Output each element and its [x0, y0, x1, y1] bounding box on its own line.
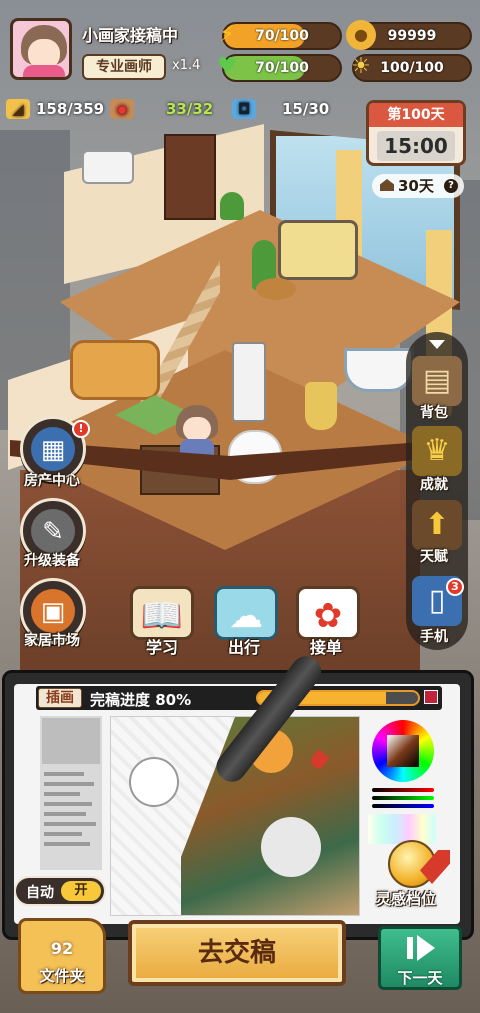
auto-label: 自动 — [26, 885, 54, 901]
rabbit-icon: ✿ — [313, 596, 343, 636]
time-display: 15:00 — [377, 131, 455, 161]
rent-timer[interactable]: 30天 ? — [372, 174, 464, 198]
achievements-button[interactable]: ♛ — [412, 426, 462, 476]
phone-icon: ▯ — [428, 583, 446, 618]
study-button[interactable]: 📖 — [130, 586, 194, 640]
bookshelf-icon[interactable] — [164, 134, 216, 220]
chevron-down-icon[interactable] — [424, 338, 450, 352]
day-label: 第100天 — [369, 103, 463, 127]
talent-label: 天赋 — [420, 549, 448, 565]
heater-icon[interactable] — [232, 342, 266, 422]
heart-icon: ♥ — [217, 54, 237, 79]
home-market-label: 家居市场 — [24, 633, 80, 649]
submit-artwork-button[interactable]: 去交稿 — [128, 920, 346, 986]
progress-end-marker — [424, 690, 438, 704]
backpack-label: 背包 — [420, 405, 448, 421]
tv-icon: ▣ — [31, 589, 75, 633]
building-icon: ▦ — [31, 427, 75, 471]
toilet-icon[interactable] — [305, 382, 337, 430]
upgrade-equipment-label: 升级装备 — [24, 553, 80, 569]
lightbulb-icon: ☀ — [351, 54, 371, 79]
photo-resource[interactable]: ◘ 15/30 — [232, 96, 329, 122]
next-day-button[interactable]: 下一天 — [378, 926, 462, 990]
rent-days: 30天 — [398, 177, 434, 195]
paint-value: 33/32 — [166, 100, 214, 118]
help-icon[interactable]: ? — [444, 179, 458, 193]
auto-switch-state[interactable]: 开 — [61, 881, 101, 901]
color-palette[interactable] — [368, 814, 436, 844]
color-sliders[interactable] — [372, 788, 434, 812]
ruler-icon: ◢ — [6, 99, 30, 119]
talent-button[interactable]: ⬆ — [412, 500, 462, 550]
software-side-panel — [40, 716, 102, 870]
photo-value: 15/30 — [282, 100, 330, 118]
completion-progress-label: 完稿进度 80% — [90, 691, 192, 709]
air-conditioner-icon[interactable] — [82, 150, 134, 184]
fame-value: 158/359 — [36, 100, 105, 118]
brush-icon: ✎ — [31, 509, 75, 553]
illustration-tab[interactable]: 插画 — [38, 688, 82, 708]
notification-badge: 3 — [446, 578, 464, 596]
bed-icon[interactable] — [278, 220, 358, 280]
accept-orders-label: 接单 — [310, 638, 343, 657]
bathtub-icon[interactable] — [344, 348, 414, 392]
player-name: 小画家接稿中 — [82, 26, 179, 45]
achievements-label: 成就 — [420, 477, 448, 493]
chef-figure — [129, 757, 179, 807]
travel-label: 出行 — [228, 638, 261, 657]
ghost-icon: ☁ — [229, 596, 263, 636]
travel-button[interactable]: ☁ — [214, 586, 278, 640]
backpack-button[interactable]: ▤ — [412, 356, 462, 406]
color-wheel[interactable] — [372, 720, 434, 782]
top-hud: 小画家接稿中 专业画师 x1.4 70/100 ⚡ 70/100 ♥ 99999… — [0, 0, 480, 92]
side-table-icon — [256, 278, 296, 300]
layer-thumbnail — [42, 718, 100, 764]
multiplier-text: x1.4 — [172, 58, 201, 73]
folder-button[interactable]: 92 文件夹 — [18, 918, 106, 994]
nurse-figure — [261, 817, 321, 877]
next-day-label: 下一天 — [397, 969, 443, 987]
fame-resource[interactable]: ◢ 158/359 — [6, 96, 104, 122]
folder-count: 92 — [50, 939, 74, 958]
study-label: 学习 — [146, 638, 179, 657]
palette-icon: ◉ — [110, 99, 134, 119]
book-icon: 📖 — [140, 596, 184, 636]
day-calendar[interactable]: 第100天 15:00 — [366, 100, 466, 166]
phone-label: 手机 — [420, 629, 448, 645]
inspiration-level-label: 灵感档位 — [376, 890, 437, 908]
coin-icon: ● — [346, 20, 376, 50]
sofa-icon[interactable] — [70, 340, 160, 400]
skip-forward-icon — [407, 935, 439, 961]
backpack-icon: ▤ — [422, 363, 452, 398]
folder-label: 文件夹 — [39, 967, 85, 985]
camera-icon: ◘ — [232, 99, 256, 119]
paint-resource[interactable]: ◉ 33/32 — [110, 96, 213, 122]
trophy-icon: ♛ — [423, 433, 451, 468]
avatar[interactable] — [10, 18, 72, 80]
submit-label: 去交稿 — [197, 938, 276, 968]
auto-toggle[interactable]: 自动 开 — [14, 876, 106, 906]
property-center-label: 房产中心 — [24, 473, 80, 489]
potted-plant-icon — [220, 192, 244, 220]
home-icon — [380, 179, 394, 191]
talent-book-icon: ⬆ — [424, 507, 450, 542]
alert-badge: ! — [72, 420, 90, 438]
player-title-badge[interactable]: 专业画师 — [82, 54, 166, 80]
accept-orders-button[interactable]: ✿ — [296, 586, 360, 640]
lightning-icon: ⚡ — [219, 22, 235, 47]
